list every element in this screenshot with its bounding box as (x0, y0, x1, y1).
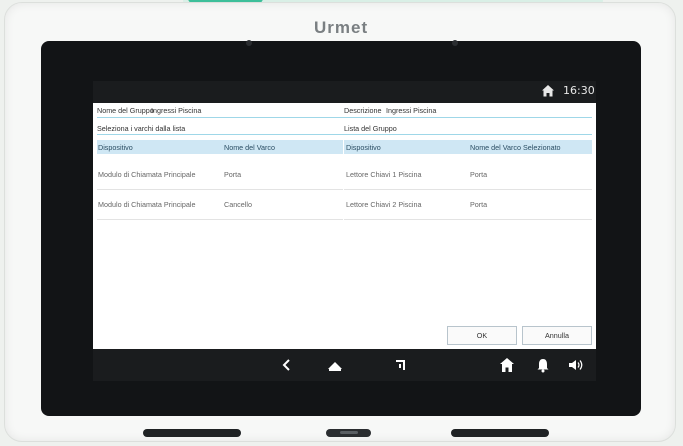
group-name-underline (97, 117, 347, 118)
row-divider (97, 219, 343, 220)
cancel-button[interactable]: Annulla (522, 326, 592, 345)
right-row1-gate: Porta (470, 170, 488, 179)
home-icon[interactable] (327, 357, 343, 373)
right-header-device: Dispositivo (346, 143, 381, 152)
sensor-dot-right (452, 40, 458, 46)
speaker-grille-right (451, 429, 549, 437)
description-underline (344, 117, 592, 118)
group-list-underline (344, 134, 592, 135)
status-bar: 16:30 (93, 81, 596, 103)
house-icon[interactable] (499, 357, 515, 373)
row-divider (344, 189, 592, 190)
group-list-label: Lista del Gruppo (344, 124, 397, 133)
navigation-bar (93, 349, 596, 381)
select-list-underline (97, 134, 347, 135)
group-form: Nome del Gruppo Ingressi Piscina Descriz… (93, 103, 596, 349)
back-icon[interactable] (279, 357, 295, 373)
clock: 16:30 (563, 84, 595, 97)
right-header-selected-gate: Nome del Varco Selezionato (470, 143, 561, 152)
group-name-label: Nome del Gruppo (97, 106, 154, 115)
recent-apps-icon[interactable] (392, 357, 408, 373)
right-row2-gate: Porta (470, 200, 488, 209)
intercom-device: Urmet 16:30 Nome del Gruppo Ingressi Pis… (0, 0, 683, 446)
home-icon[interactable] (541, 84, 555, 98)
group-name-field[interactable]: Ingressi Piscina (151, 106, 201, 115)
select-list-label: Seleziona i varchi dalla lista (97, 124, 186, 133)
left-row2-gate: Cancello (224, 200, 252, 209)
left-row1-gate: Porta (224, 170, 242, 179)
description-label: Descrizione (344, 106, 382, 115)
row-divider (97, 189, 343, 190)
ok-button[interactable]: OK (447, 326, 517, 345)
left-header-device: Dispositivo (98, 143, 133, 152)
right-row1-device: Lettore Chiavi 1 Piscina (346, 170, 422, 179)
speaker-grille-left (143, 429, 241, 437)
physical-button-indicator (340, 431, 358, 434)
right-row2-device: Lettore Chiavi 2 Piscina (346, 200, 422, 209)
left-row1-device: Modulo di Chiamata Principale (98, 170, 196, 179)
description-field[interactable]: Ingressi Piscina (386, 106, 436, 115)
sensor-dot-left (246, 40, 252, 46)
left-header-gate-name: Nome del Varco (224, 143, 275, 152)
left-table-header (97, 140, 343, 154)
left-row2-device: Modulo di Chiamata Principale (98, 200, 196, 209)
bell-icon[interactable] (535, 357, 551, 373)
row-divider (344, 219, 592, 220)
speaker-icon[interactable] (568, 357, 584, 373)
brand-logo: Urmet (314, 18, 369, 37)
screen: 16:30 Nome del Gruppo Ingressi Piscina D… (93, 81, 596, 381)
